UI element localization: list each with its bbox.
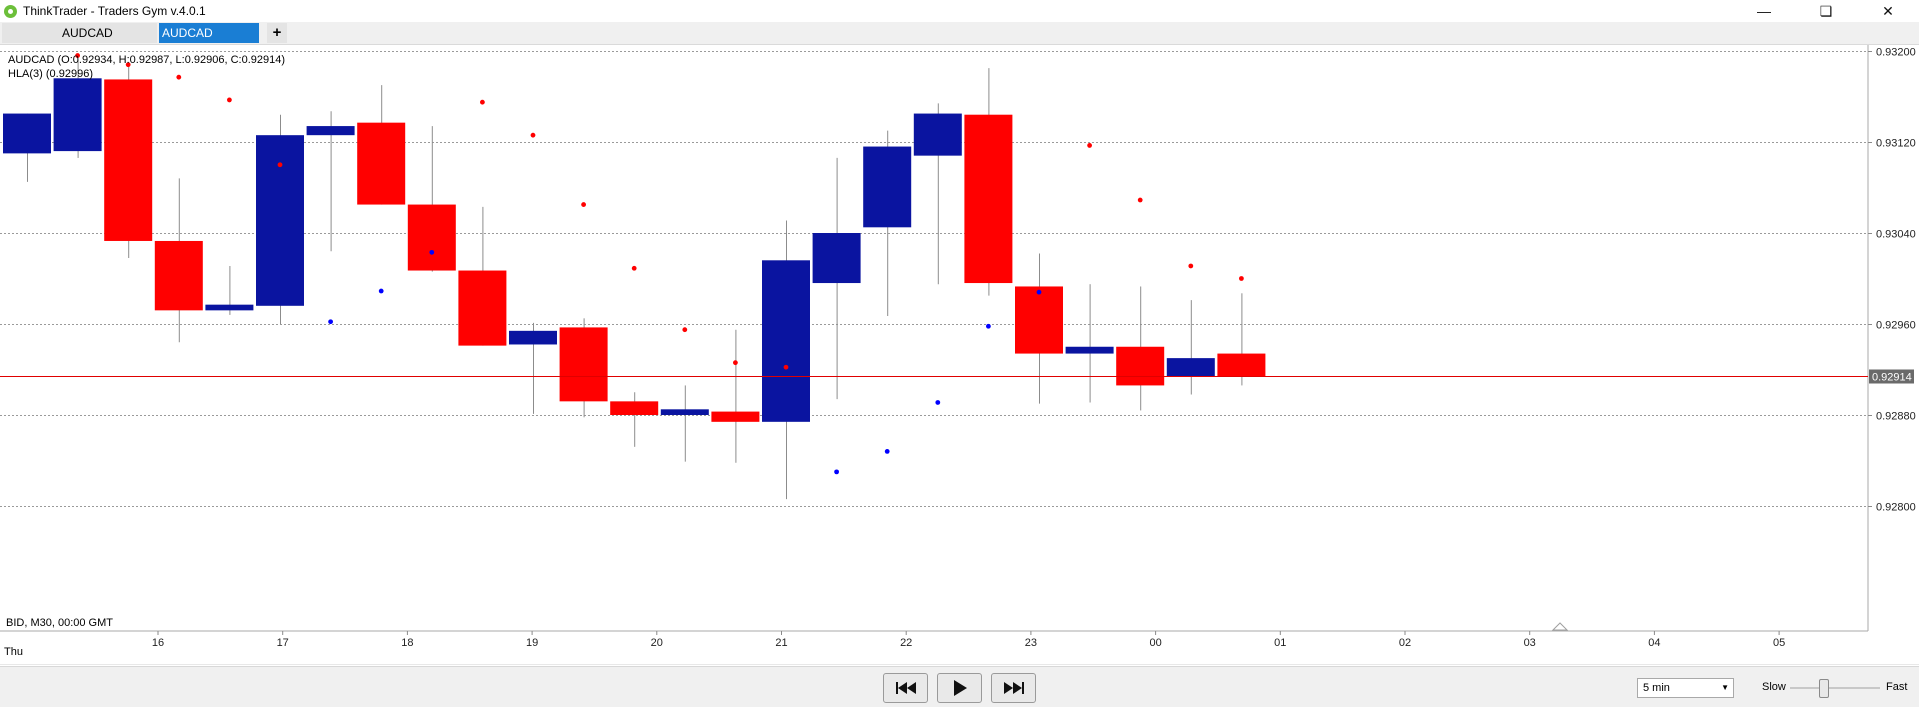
bull-candle bbox=[205, 304, 254, 311]
bull-candle bbox=[660, 409, 709, 415]
speed-select[interactable]: 5 min ▼ bbox=[1637, 678, 1734, 698]
skip-forward-icon bbox=[1003, 682, 1024, 694]
candlestick-chart[interactable]: 0.92914 0.93200 0.93120 0.93040 0.92960 0.92… bbox=[0, 45, 1919, 666]
y-tick-label: 0.92800 bbox=[1876, 502, 1916, 514]
x-tick-label: 02 bbox=[1399, 637, 1411, 649]
chart-area[interactable]: 0.92914 0.93200 0.93120 0.93040 0.92960 0.92… bbox=[0, 45, 1919, 666]
tab-bar: AUDCAD AUDCAD + bbox=[0, 22, 1919, 45]
hla-dot bbox=[227, 97, 232, 103]
chevron-down-icon: ▼ bbox=[1721, 683, 1729, 692]
x-tick-label: 19 bbox=[526, 637, 538, 649]
hla-dot bbox=[733, 360, 738, 366]
x-tick-label: 03 bbox=[1524, 637, 1536, 649]
speed-select-value: 5 min bbox=[1643, 682, 1670, 694]
hla-dot bbox=[429, 249, 435, 255]
close-button[interactable]: ✕ bbox=[1857, 0, 1919, 22]
y-tick-label: 0.92960 bbox=[1876, 320, 1916, 332]
x-tick-label: 01 bbox=[1274, 637, 1286, 649]
indicator-label: HLA(3) (0.92996) bbox=[8, 68, 93, 80]
y-tick-label: 0.93120 bbox=[1876, 138, 1916, 150]
x-tick-label: 21 bbox=[775, 637, 787, 649]
tab-audcad-2[interactable]: AUDCAD bbox=[159, 23, 259, 43]
bull-candle bbox=[863, 146, 912, 228]
bear-candle bbox=[357, 122, 406, 205]
hla-dot bbox=[682, 327, 688, 333]
x-tick-label: 22 bbox=[900, 637, 912, 649]
bear-candle bbox=[964, 114, 1013, 284]
title-bar: ThinkTrader - Traders Gym v.4.0.1 — ❏ ✕ bbox=[0, 0, 1919, 22]
x-tick-label: 04 bbox=[1648, 637, 1660, 649]
x-tick-label: 00 bbox=[1149, 637, 1161, 649]
bull-candle bbox=[509, 330, 557, 345]
speed-slider-thumb[interactable] bbox=[1819, 679, 1829, 698]
chart-footer-label: BID, M30, 00:00 GMT bbox=[6, 617, 113, 629]
tab-audcad-1[interactable]: AUDCAD bbox=[2, 23, 157, 43]
hla-dot bbox=[530, 132, 536, 138]
x-tick-label: 05 bbox=[1773, 637, 1785, 649]
current-price-label: 0.92914 bbox=[1872, 372, 1912, 384]
speed-slider-track[interactable] bbox=[1790, 687, 1880, 689]
y-tick-label: 0.92880 bbox=[1876, 411, 1916, 423]
slow-label: Slow bbox=[1762, 681, 1786, 693]
bull-candle bbox=[3, 113, 51, 154]
y-tick-label: 0.93040 bbox=[1876, 229, 1916, 241]
hla-dot bbox=[884, 449, 890, 454]
bear-candle bbox=[154, 240, 203, 311]
bull-candle bbox=[256, 135, 304, 306]
x-tick-label: 23 bbox=[1025, 637, 1037, 649]
hla-dot bbox=[1036, 289, 1042, 295]
playback-bar: 5 min ▼ Slow Fast bbox=[0, 666, 1919, 707]
bear-candle bbox=[610, 401, 659, 415]
hla-dot bbox=[631, 265, 637, 271]
skip-forward-button[interactable] bbox=[991, 673, 1036, 703]
bull-candle bbox=[1065, 346, 1114, 354]
minimize-button[interactable]: — bbox=[1733, 0, 1795, 22]
hla-dot bbox=[277, 162, 283, 168]
hla-dot bbox=[834, 469, 839, 475]
window-controls: — ❏ ✕ bbox=[1733, 0, 1919, 22]
hla-dot bbox=[581, 202, 586, 207]
hla-dot bbox=[935, 400, 941, 405]
bear-candle bbox=[104, 79, 153, 241]
play-icon bbox=[953, 680, 967, 696]
bull-candle bbox=[762, 260, 810, 422]
hla-dot bbox=[783, 364, 789, 370]
fast-label: Fast bbox=[1886, 681, 1908, 693]
bull-candle bbox=[913, 113, 962, 156]
hla-dot bbox=[480, 99, 485, 105]
hla-dot bbox=[1239, 276, 1244, 281]
hla-dot bbox=[1188, 263, 1194, 269]
bull-candle bbox=[53, 78, 102, 152]
hla-dot bbox=[986, 323, 991, 329]
bear-candle bbox=[1116, 346, 1165, 386]
bear-candle bbox=[711, 411, 760, 422]
bull-candle bbox=[812, 233, 861, 284]
ohlc-label: AUDCAD (O:0.92934, H:0.92987, L:0.92906,… bbox=[8, 54, 285, 66]
bear-candle bbox=[1217, 353, 1266, 377]
maximize-button[interactable]: ❏ bbox=[1795, 0, 1857, 22]
bear-candle bbox=[458, 270, 507, 346]
y-tick-label: 0.93200 bbox=[1876, 47, 1916, 59]
add-tab-button[interactable]: + bbox=[267, 23, 287, 43]
x-tick-label: 18 bbox=[401, 637, 413, 649]
hla-dot bbox=[378, 288, 384, 294]
day-label: Thu bbox=[4, 646, 23, 658]
skip-back-icon bbox=[895, 682, 916, 694]
hla-dot bbox=[328, 319, 333, 325]
bear-candle bbox=[407, 204, 456, 271]
bear-candle bbox=[559, 327, 608, 402]
window-title: ThinkTrader - Traders Gym v.4.0.1 bbox=[23, 4, 206, 18]
app-logo-icon bbox=[4, 4, 17, 18]
hla-dot bbox=[1137, 197, 1143, 203]
play-button[interactable] bbox=[937, 673, 982, 703]
hla-dot bbox=[176, 74, 182, 80]
bull-candle bbox=[306, 126, 355, 136]
x-tick-label: 17 bbox=[277, 637, 289, 649]
x-tick-label: 20 bbox=[651, 637, 663, 649]
bear-candle bbox=[1015, 286, 1063, 354]
hla-dot bbox=[1087, 143, 1092, 148]
x-tick-label: 16 bbox=[152, 637, 164, 649]
skip-back-button[interactable] bbox=[883, 673, 928, 703]
bull-candle bbox=[1166, 358, 1215, 377]
